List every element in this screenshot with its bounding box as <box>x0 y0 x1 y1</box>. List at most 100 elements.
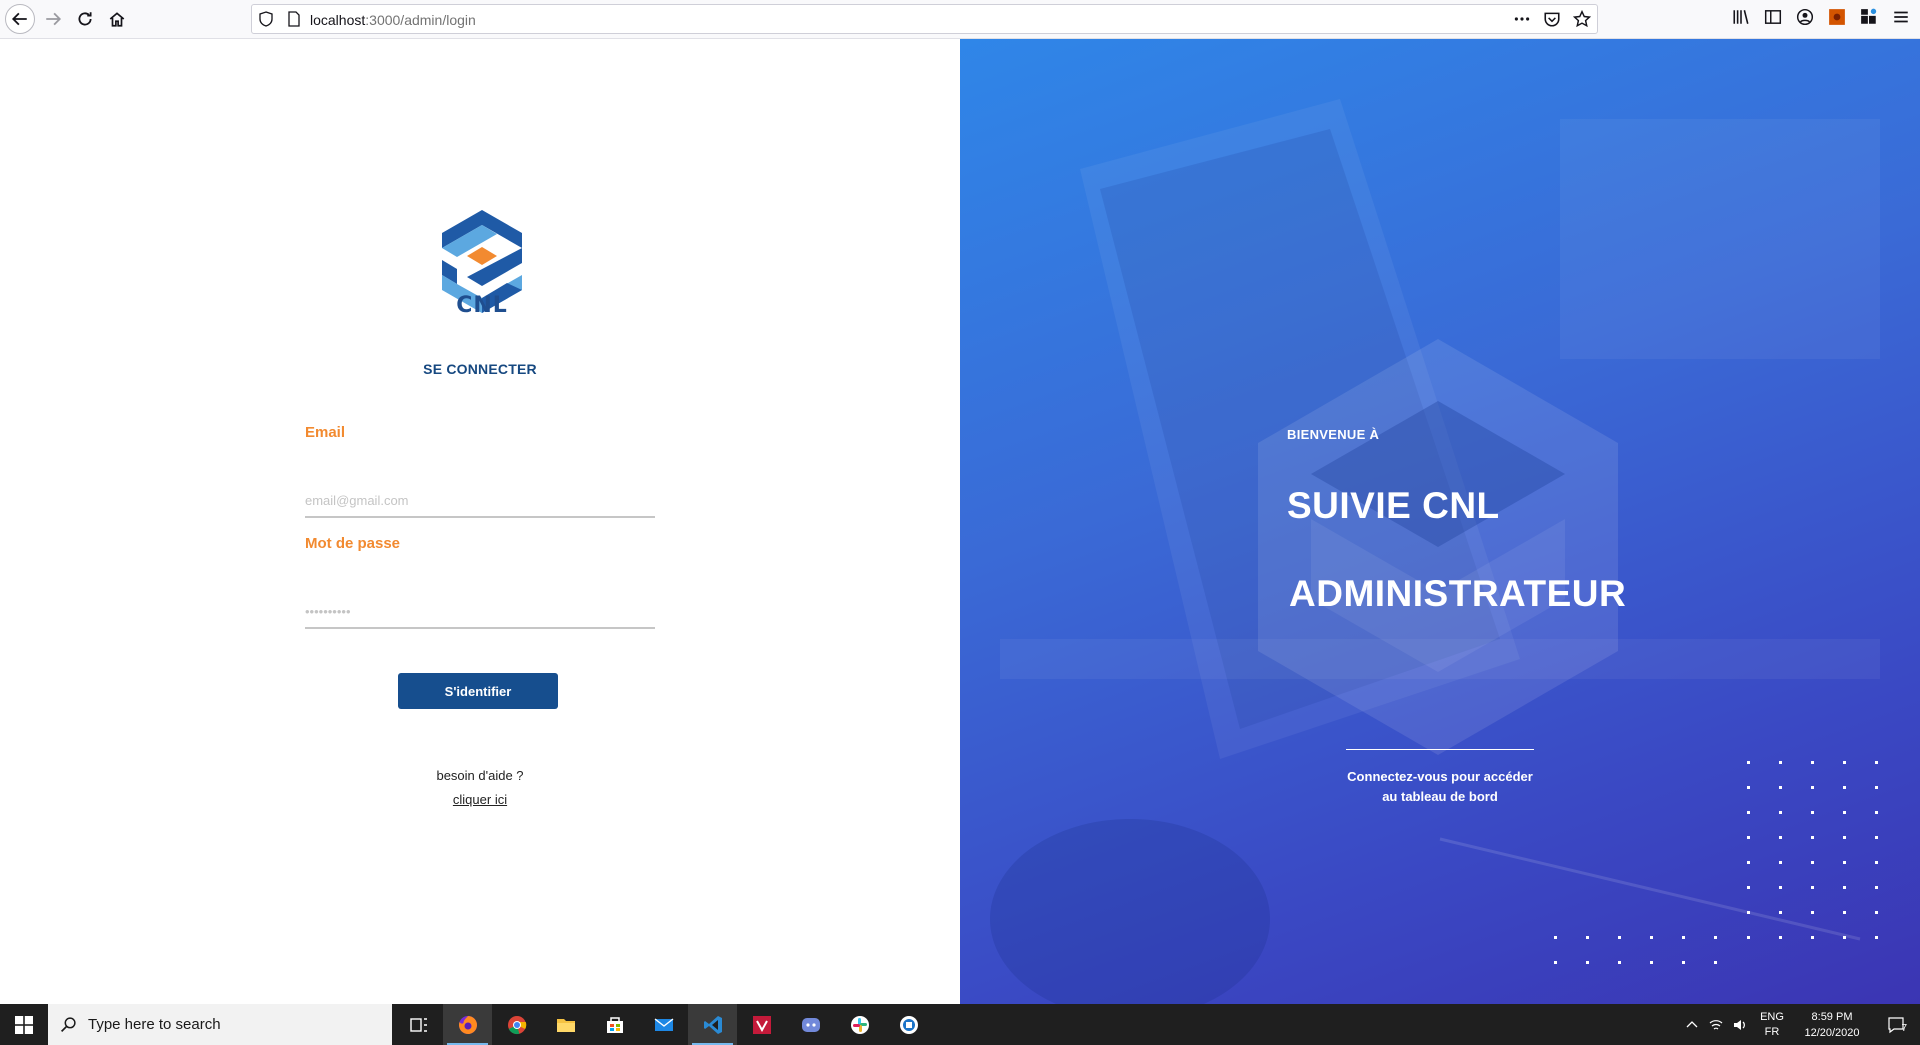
decorative-dot <box>1779 911 1782 914</box>
app-icon <box>899 1015 918 1034</box>
hamburger-menu-icon <box>1894 11 1908 23</box>
speaker-icon <box>1734 1019 1745 1030</box>
library-button[interactable] <box>1732 8 1750 26</box>
volume-button[interactable] <box>1728 1004 1752 1045</box>
decorative-dot <box>1779 936 1782 939</box>
task-view-button[interactable] <box>394 1004 443 1045</box>
mail-app[interactable] <box>639 1004 688 1045</box>
decorative-dot <box>1747 811 1750 814</box>
discord-app[interactable] <box>786 1004 835 1045</box>
password-field[interactable] <box>305 595 655 629</box>
decorative-dot <box>1779 886 1782 889</box>
extension-button[interactable] <box>1828 8 1846 26</box>
language-indicator[interactable]: ENG FR <box>1752 1010 1792 1040</box>
sidebar-button[interactable] <box>1764 8 1782 26</box>
login-button[interactable]: S'identifier <box>398 673 558 709</box>
chrome-app[interactable] <box>492 1004 541 1045</box>
show-hidden-icons-button[interactable] <box>1680 1004 1704 1045</box>
decorative-dot <box>1875 786 1878 789</box>
decorative-dot <box>1682 936 1685 939</box>
pocket-icon[interactable] <box>1543 10 1561 28</box>
file-explorer-app[interactable] <box>541 1004 590 1045</box>
taskbar-apps <box>394 1004 933 1045</box>
hero-title: SUIVIE CNL <box>1287 485 1500 526</box>
vivaldi-app[interactable] <box>737 1004 786 1045</box>
page-content: CNL SE CONNECTER Email Mot de passe S'id… <box>0 39 1920 1004</box>
language-line-2: FR <box>1764 1025 1780 1038</box>
search-icon <box>60 1017 76 1033</box>
search-placeholder: Type here to search <box>88 1016 221 1033</box>
firefox-app[interactable] <box>443 1004 492 1045</box>
hero-subtitle: ADMINISTRATEUR <box>1289 573 1627 614</box>
forward-button[interactable] <box>38 4 68 34</box>
vivaldi-icon <box>752 1015 771 1034</box>
page-icon[interactable] <box>286 11 302 27</box>
account-button[interactable] <box>1796 8 1814 26</box>
decorative-dot <box>1554 961 1557 964</box>
start-button[interactable] <box>0 1004 48 1045</box>
extension-icon <box>1829 9 1845 25</box>
help-text: besoin d'aide ? <box>436 768 524 783</box>
toolbar-right <box>1732 8 1920 26</box>
address-bar[interactable]: localhost:3000/admin/login <box>251 4 1598 34</box>
shield-icon[interactable] <box>258 11 274 27</box>
url-path: :3000/admin/login <box>365 12 476 28</box>
decorative-dot <box>1843 861 1846 864</box>
decorative-dot <box>1586 936 1589 939</box>
decorative-dot <box>1875 886 1878 889</box>
url-text[interactable]: localhost:3000/admin/login <box>310 12 476 28</box>
decorative-dot <box>1843 786 1846 789</box>
email-field[interactable] <box>305 484 655 518</box>
chrome-icon <box>507 1015 526 1034</box>
decorative-dot <box>1779 811 1782 814</box>
hero-panel: BIENVENUE À SUIVIE CNL ADMINISTRATEUR Co… <box>960 39 1920 1004</box>
store-icon <box>606 1016 623 1033</box>
app-menu-button[interactable] <box>1892 8 1910 26</box>
tagline-line-2: au tableau de bord <box>1382 789 1498 804</box>
help-link[interactable]: cliquer ici <box>380 792 580 807</box>
discord-icon <box>801 1017 820 1032</box>
back-button[interactable] <box>5 4 35 34</box>
home-button[interactable] <box>102 4 132 34</box>
account-icon <box>1796 8 1814 26</box>
library-icon <box>1733 10 1749 24</box>
url-actions <box>1513 10 1591 28</box>
extensions-menu-button[interactable] <box>1860 8 1878 26</box>
network-button[interactable] <box>1704 1004 1728 1045</box>
folder-icon <box>556 1018 575 1032</box>
taskbar-search[interactable]: Type here to search <box>48 1004 392 1045</box>
decorative-dot <box>1875 911 1878 914</box>
clock[interactable]: 8:59 PM 12/20/2020 <box>1792 1009 1872 1041</box>
url-host: localhost <box>310 12 366 28</box>
sidebar-icon <box>1764 10 1782 24</box>
bookmark-star-icon[interactable] <box>1573 10 1591 28</box>
decorative-dot <box>1747 861 1750 864</box>
store-app[interactable] <box>590 1004 639 1045</box>
decorative-dot <box>1875 836 1878 839</box>
decorative-dot <box>1875 811 1878 814</box>
vscode-icon <box>703 1015 722 1034</box>
decorative-dot <box>1811 786 1814 789</box>
decorative-dot <box>1714 936 1717 939</box>
tagline-line-1: Connectez-vous pour accéder <box>1347 769 1533 784</box>
firefox-icon <box>458 1015 477 1034</box>
chevron-up-icon <box>1686 1020 1698 1027</box>
decorative-dot <box>1875 861 1878 864</box>
slack-app[interactable] <box>835 1004 884 1045</box>
brand-name: CNL <box>427 293 537 318</box>
decorative-dot <box>1586 961 1589 964</box>
decorative-dot <box>1618 961 1621 964</box>
decorative-dot <box>1618 936 1621 939</box>
decorative-dot <box>1875 936 1878 939</box>
decorative-dot <box>1747 936 1750 939</box>
pinned-app[interactable] <box>884 1004 933 1045</box>
clock-time: 8:59 PM <box>1811 1010 1853 1023</box>
vscode-app[interactable] <box>688 1004 737 1045</box>
more-icon[interactable] <box>1513 10 1531 28</box>
decorative-dot <box>1650 961 1653 964</box>
notification-center-button[interactable]: 7 <box>1872 1004 1920 1045</box>
reload-button[interactable] <box>70 4 100 34</box>
decorative-dot <box>1843 936 1846 939</box>
clock-date: 12/20/2020 <box>1804 1026 1860 1039</box>
task-view-icon <box>409 1017 427 1032</box>
